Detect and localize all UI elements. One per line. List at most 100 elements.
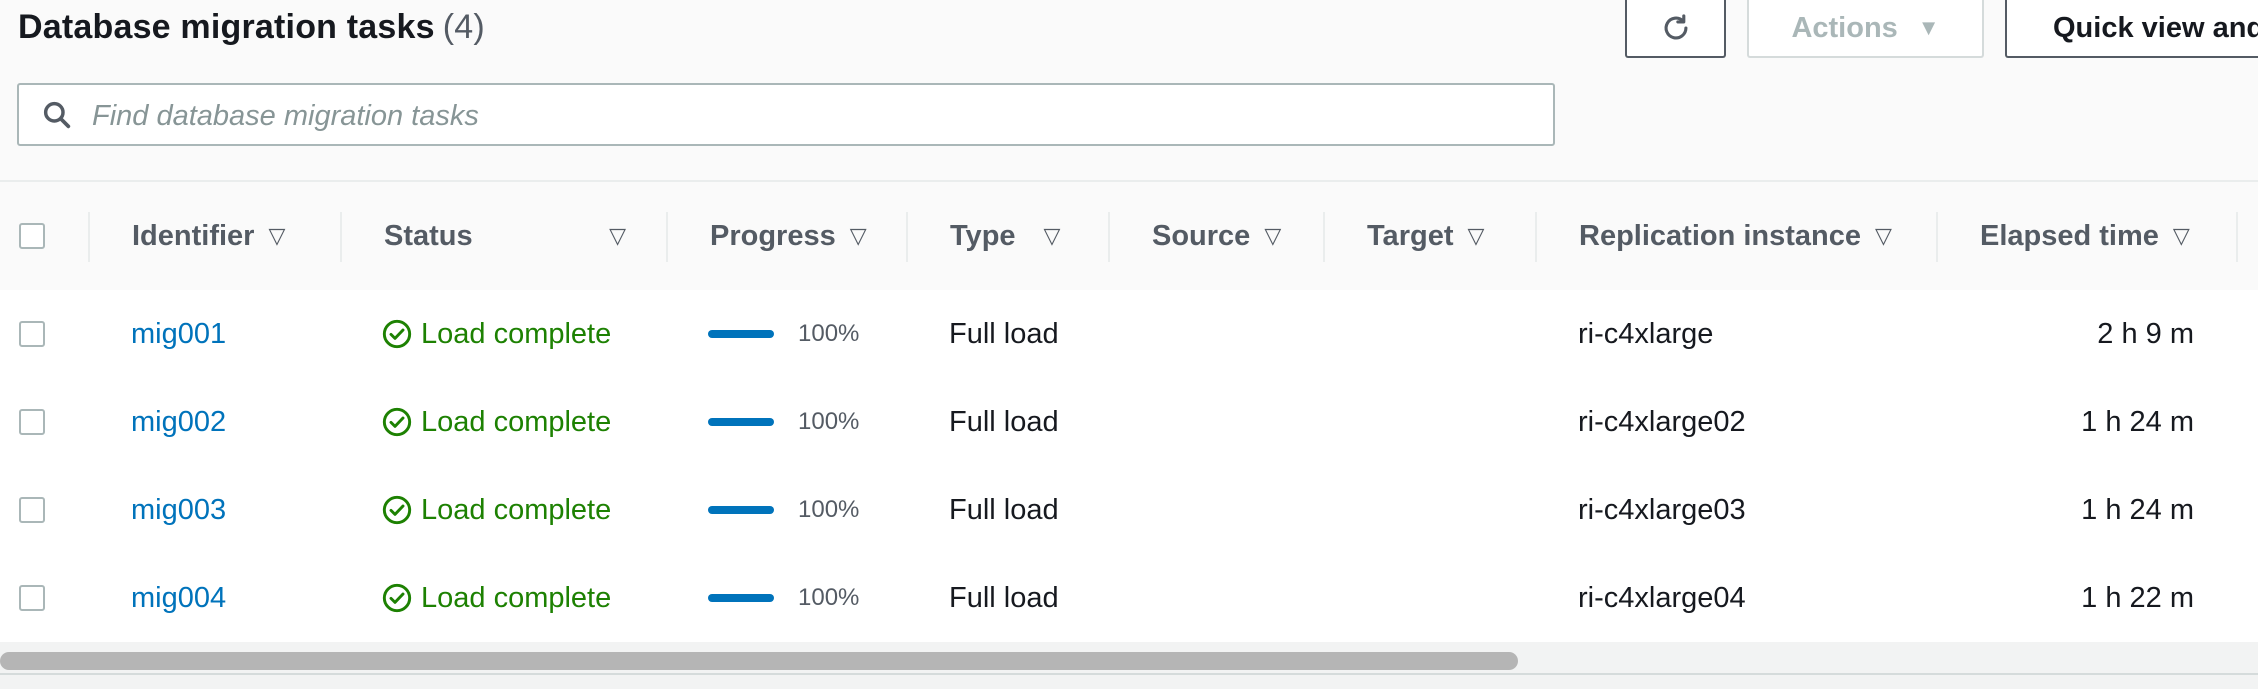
column-divider xyxy=(2236,212,2238,262)
sort-icon: ▽ xyxy=(268,223,286,248)
status-cell: Load complete xyxy=(381,378,611,466)
page-title-text: Database migration tasks xyxy=(18,8,435,46)
actions-dropdown-button[interactable]: Actions ▼ xyxy=(1747,0,1984,58)
column-header-status[interactable]: Status ▽ xyxy=(384,182,626,290)
table-row[interactable]: mig001 Load complete 100% Full load ri-c… xyxy=(0,290,2258,380)
caret-down-icon: ▼ xyxy=(1917,15,1940,40)
migration-tasks-panel: Database migration tasks (4) Actions ▼ Qu… xyxy=(0,0,2258,689)
status-text: Load complete xyxy=(421,581,612,614)
scrollbar-thumb[interactable] xyxy=(0,652,1518,670)
column-header-source[interactable]: Source ▽ xyxy=(1152,182,1281,290)
column-header-progress[interactable]: Progress ▽ xyxy=(710,182,867,290)
row-checkbox[interactable] xyxy=(19,497,45,523)
column-label: Progress xyxy=(710,219,836,252)
table-row[interactable]: mig002 Load complete 100% Full load ri-c… xyxy=(0,378,2258,468)
panel-header: Database migration tasks (4) Actions ▼ Qu… xyxy=(0,0,2258,180)
tasks-table: Identifier ▽ Status ▽ Progress ▽ Type ▽ Sour… xyxy=(0,180,2258,644)
replication-instance-cell: ri-c4xlarge02 xyxy=(1578,405,1746,438)
status-cell: Load complete xyxy=(381,466,611,554)
sort-icon: ▽ xyxy=(1875,223,1892,248)
horizontal-scrollbar[interactable] xyxy=(0,642,2258,689)
column-label: Type xyxy=(950,219,1016,252)
column-label: Source xyxy=(1152,219,1251,252)
sort-icon: ▽ xyxy=(1264,223,1282,248)
progress-bar xyxy=(708,506,774,514)
column-divider xyxy=(1535,212,1537,262)
progress-cell: 100% xyxy=(708,554,859,642)
sort-icon: ▽ xyxy=(609,223,626,248)
table-row[interactable]: mig004 Load complete 100% Full load ri-c… xyxy=(0,554,2258,644)
progress-percent: 100% xyxy=(798,584,860,611)
select-all-checkbox[interactable] xyxy=(19,223,45,249)
progress-percent: 100% xyxy=(798,408,860,435)
elapsed-time-cell: 1 h 24 m xyxy=(2081,405,2194,438)
column-header-replication-instance[interactable]: Replication instance ▽ xyxy=(1579,182,1892,290)
status-text: Load complete xyxy=(421,317,612,350)
column-divider xyxy=(88,212,90,262)
task-identifier-link[interactable]: mig004 xyxy=(131,554,226,642)
status-text: Load complete xyxy=(421,405,612,438)
check-circle-icon xyxy=(382,407,412,437)
table-header-row: Identifier ▽ Status ▽ Progress ▽ Type ▽ Sour… xyxy=(0,182,2258,292)
search-placeholder: Find database migration tasks xyxy=(92,100,479,132)
search-input[interactable]: Find database migration tasks xyxy=(17,83,1555,146)
column-label: Identifier xyxy=(132,219,255,252)
check-circle-icon xyxy=(382,319,412,349)
status-cell: Load complete xyxy=(381,554,611,642)
progress-cell: 100% xyxy=(708,466,859,554)
column-header-type[interactable]: Type ▽ xyxy=(950,182,1060,290)
column-label: Replication instance xyxy=(1579,219,1862,252)
elapsed-time-cell: 1 h 22 m xyxy=(2081,581,2194,614)
quick-view-button[interactable]: Quick view and xyxy=(2005,0,2258,58)
progress-bar xyxy=(708,330,774,338)
progress-cell: 100% xyxy=(708,378,859,466)
type-cell: Full load xyxy=(949,317,1059,350)
sort-icon: ▽ xyxy=(1467,223,1485,248)
progress-bar xyxy=(708,418,774,426)
row-checkbox[interactable] xyxy=(19,409,45,435)
progress-bar xyxy=(708,594,774,602)
status-text: Load complete xyxy=(421,493,612,526)
column-divider xyxy=(340,212,342,262)
table-row[interactable]: mig003 Load complete 100% Full load ri-c… xyxy=(0,466,2258,556)
actions-label: Actions xyxy=(1791,11,1898,44)
divider xyxy=(0,673,2258,675)
replication-instance-cell: ri-c4xlarge04 xyxy=(1578,581,1746,614)
task-identifier-link[interactable]: mig001 xyxy=(131,290,226,378)
check-circle-icon xyxy=(382,583,412,613)
type-cell: Full load xyxy=(949,581,1059,614)
task-count: (4) xyxy=(442,8,485,46)
status-cell: Load complete xyxy=(381,290,611,378)
column-header-identifier[interactable]: Identifier ▽ xyxy=(132,182,285,290)
column-label: Elapsed time xyxy=(1980,219,2159,252)
quick-view-label: Quick view and xyxy=(2053,11,2258,44)
progress-percent: 100% xyxy=(798,496,860,523)
column-header-target[interactable]: Target ▽ xyxy=(1367,182,1484,290)
page-title: Database migration tasks (4) xyxy=(18,8,485,47)
elapsed-time-cell: 2 h 9 m xyxy=(2097,317,2194,350)
sort-icon: ▽ xyxy=(849,223,867,248)
column-header-elapsed-time[interactable]: Elapsed time ▽ xyxy=(1980,182,2190,290)
type-cell: Full load xyxy=(949,493,1059,526)
column-divider xyxy=(906,212,908,262)
sort-icon: ▽ xyxy=(1043,223,1061,248)
progress-percent: 100% xyxy=(798,320,860,347)
row-checkbox[interactable] xyxy=(19,585,45,611)
search-icon xyxy=(43,101,71,129)
column-label: Status xyxy=(384,219,473,252)
task-identifier-link[interactable]: mig002 xyxy=(131,378,226,466)
column-divider xyxy=(666,212,668,262)
elapsed-time-cell: 1 h 24 m xyxy=(2081,493,2194,526)
refresh-button[interactable] xyxy=(1625,0,1726,58)
sort-icon: ▽ xyxy=(2172,223,2190,248)
column-divider xyxy=(1323,212,1325,262)
replication-instance-cell: ri-c4xlarge03 xyxy=(1578,493,1746,526)
column-divider xyxy=(1936,212,1938,262)
refresh-icon xyxy=(1664,14,1687,40)
column-divider xyxy=(1108,212,1110,262)
check-circle-icon xyxy=(382,495,412,525)
row-checkbox[interactable] xyxy=(19,321,45,347)
progress-cell: 100% xyxy=(708,290,859,378)
task-identifier-link[interactable]: mig003 xyxy=(131,466,226,554)
type-cell: Full load xyxy=(949,405,1059,438)
